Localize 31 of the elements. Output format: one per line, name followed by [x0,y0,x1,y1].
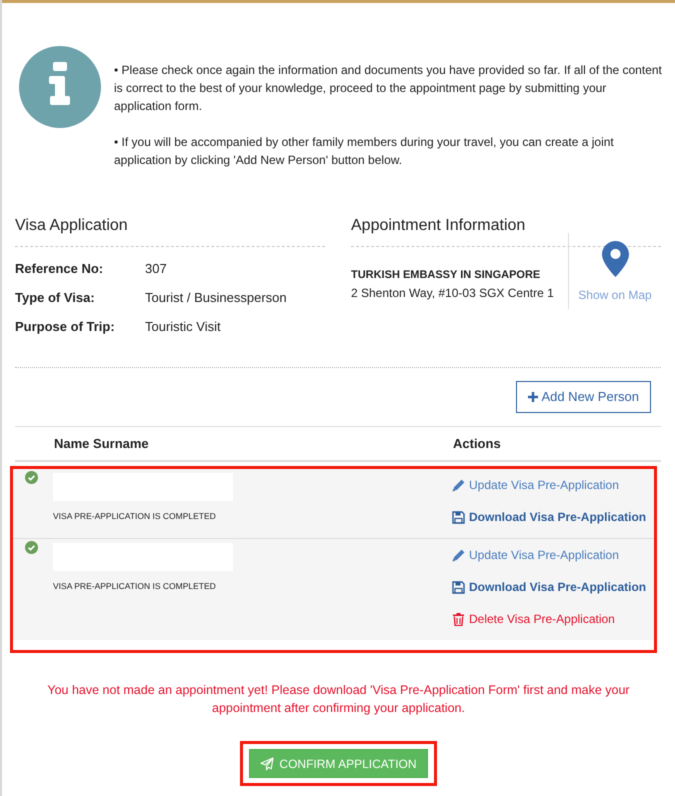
embassy-address: 2 Shenton Way, #10-03 SGX Centre 1 [351,285,555,302]
warning-message: You have not made an appointment yet! Please download 'Visa Pre-Application Form' first and make your appointment after confirming your application. [46,682,631,717]
action-link[interactable]: Update Visa Pre-Application [452,546,646,564]
embassy-name: TURKISH EMBASSY IN SINGAPORE [351,268,542,283]
map-pin-icon [602,241,628,277]
action-link[interactable]: Download Visa Pre-Application [452,508,646,526]
field-label: Type of Visa: [15,288,96,307]
notice-paragraph: • Please check once again the information and documents you have provided so far. If all of the content is correct to the best of your knowledge, proceed to the appointment page by submitting your application form. [114,62,663,115]
field-value: Touristic Visit [145,318,221,336]
field-value: 307 [145,260,167,278]
paper-plane-icon [260,756,274,770]
action-link[interactable]: Delete Visa Pre-Application [452,610,646,628]
notice-paragraph: • If you will be accompanied by other family members during your travel, you can create a joint application by clicking 'Add New Person' button below. [114,134,615,169]
pencil-icon [452,548,465,562]
action-link[interactable]: Download Visa Pre-Application [452,578,646,596]
status-text: VISA PRE-APPLICATION IS COMPLETED [53,580,217,592]
show-on-map-link[interactable]: Show on Map [578,288,652,302]
section-heading: Visa Application [15,216,325,247]
column-header: Name Surname [54,434,150,453]
column-header: Actions [453,434,501,453]
info-icon [19,46,101,128]
confirm-application-button[interactable]: CONFIRM APPLICATION [249,749,428,778]
action-link[interactable]: Update Visa Pre-Application [452,476,646,494]
pencil-icon [452,478,465,492]
trash-icon [452,612,465,626]
add-new-person-button[interactable]: Add New Person [516,381,651,413]
status-text: VISA PRE-APPLICATION IS COMPLETED [53,510,217,522]
field-label: Reference No: [15,260,104,278]
field-value: Tourist / Businessperson [145,288,287,307]
plus-icon [528,392,538,402]
field-label: Purpose of Trip: [15,318,116,336]
